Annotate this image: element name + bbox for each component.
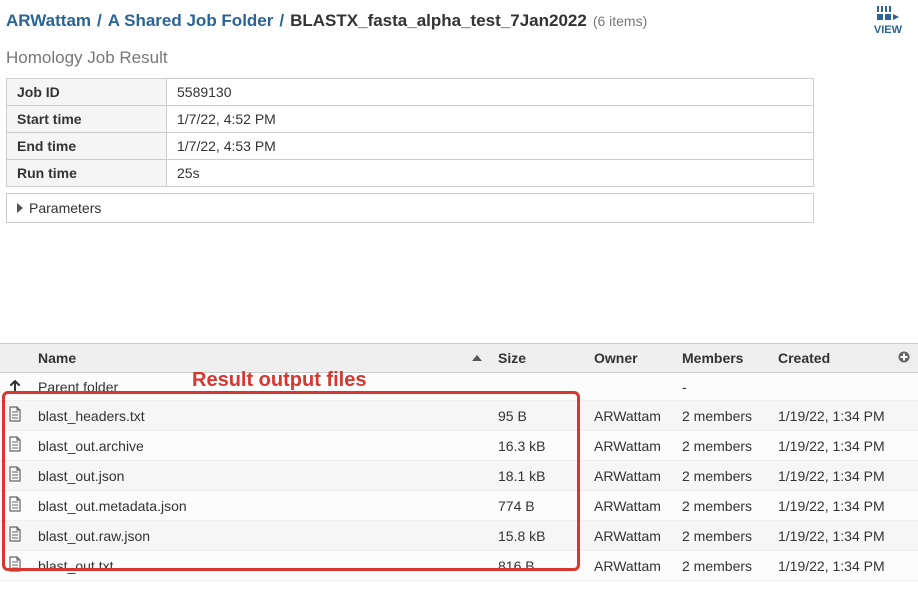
file-members: 2 members [674,551,770,581]
breadcrumb-link-arwattam[interactable]: ARWattam [6,11,91,31]
file-created: 1/19/22, 1:34 PM [770,521,918,551]
file-created: 1/19/22, 1:34 PM [770,461,918,491]
parent-folder-owner [586,373,674,401]
file-icon [0,401,30,431]
meta-val-run-time: 25s [167,160,814,187]
file-created: 1/19/22, 1:34 PM [770,401,918,431]
file-name: blast_out.archive [30,431,490,461]
parent-folder-name: Parent folder [30,373,490,401]
meta-key-job-id: Job ID [7,79,167,106]
file-size: 774 B [490,491,586,521]
file-name: blast_out.raw.json [30,521,490,551]
section-title: Homology Job Result [6,44,912,78]
sort-ascending-icon [472,355,482,361]
parent-folder-members: - [674,373,770,401]
file-size: 816 B [490,551,586,581]
meta-key-end-time: End time [7,133,167,160]
breadcrumb-current: BLASTX_fasta_alpha_test_7Jan2022 [290,11,587,31]
breadcrumb: ARWattam / A Shared Job Folder / BLASTX_… [6,0,912,44]
add-column-icon[interactable] [898,350,910,366]
file-owner: ARWattam [586,461,674,491]
parameters-label: Parameters [29,200,101,216]
parent-folder-size [490,373,586,401]
job-meta-table: Job ID 5589130 Start time 1/7/22, 4:52 P… [6,78,814,187]
view-icon [877,6,899,24]
file-members: 2 members [674,401,770,431]
table-row[interactable]: blast_out.metadata.json774 BARWattam2 me… [0,491,918,521]
column-header-owner[interactable]: Owner [586,344,674,373]
file-size: 95 B [490,401,586,431]
meta-key-run-time: Run time [7,160,167,187]
file-icon [0,461,30,491]
file-created: 1/19/22, 1:34 PM [770,431,918,461]
file-icon [0,521,30,551]
file-owner: ARWattam [586,551,674,581]
file-icon [0,431,30,461]
file-owner: ARWattam [586,521,674,551]
file-icon [0,491,30,521]
column-header-created[interactable]: Created [770,344,918,373]
file-owner: ARWattam [586,401,674,431]
parent-folder-created [770,373,918,401]
table-row[interactable]: blast_out.archive16.3 kBARWattam2 member… [0,431,918,461]
file-members: 2 members [674,461,770,491]
meta-val-job-id: 5589130 [167,79,814,106]
view-button[interactable]: VIEW [874,6,902,36]
column-header-icon [0,344,30,373]
meta-val-start-time: 1/7/22, 4:52 PM [167,106,814,133]
meta-key-start-time: Start time [7,106,167,133]
caret-right-icon [17,203,23,213]
column-header-name-label: Name [38,350,76,366]
breadcrumb-separator: / [95,11,104,31]
breadcrumb-link-shared-folder[interactable]: A Shared Job Folder [108,11,274,31]
table-row[interactable]: blast_out.json18.1 kBARWattam2 members1/… [0,461,918,491]
table-row[interactable]: blast_out.txt816 BARWattam2 members1/19/… [0,551,918,581]
file-table: Name Size Owner Members Created [0,343,918,581]
column-header-members[interactable]: Members [674,344,770,373]
parent-folder-row[interactable]: Parent folder - [0,373,918,401]
parameters-toggle[interactable]: Parameters [6,193,814,223]
file-name: blast_out.txt [30,551,490,581]
column-header-created-label: Created [778,350,830,366]
table-row[interactable]: blast_headers.txt95 BARWattam2 members1/… [0,401,918,431]
file-name: blast_out.json [30,461,490,491]
column-header-name[interactable]: Name [30,344,490,373]
file-members: 2 members [674,431,770,461]
file-owner: ARWattam [586,491,674,521]
file-name: blast_out.metadata.json [30,491,490,521]
file-members: 2 members [674,491,770,521]
meta-val-end-time: 1/7/22, 4:53 PM [167,133,814,160]
file-name: blast_headers.txt [30,401,490,431]
file-size: 18.1 kB [490,461,586,491]
file-size: 15.8 kB [490,521,586,551]
file-owner: ARWattam [586,431,674,461]
up-arrow-icon [0,373,30,401]
view-label: VIEW [874,24,902,36]
file-members: 2 members [674,521,770,551]
breadcrumb-item-count: (6 items) [593,13,647,29]
breadcrumb-separator: / [277,11,286,31]
file-created: 1/19/22, 1:34 PM [770,551,918,581]
table-row[interactable]: blast_out.raw.json15.8 kBARWattam2 membe… [0,521,918,551]
file-created: 1/19/22, 1:34 PM [770,491,918,521]
file-size: 16.3 kB [490,431,586,461]
file-icon [0,551,30,581]
column-header-size[interactable]: Size [490,344,586,373]
